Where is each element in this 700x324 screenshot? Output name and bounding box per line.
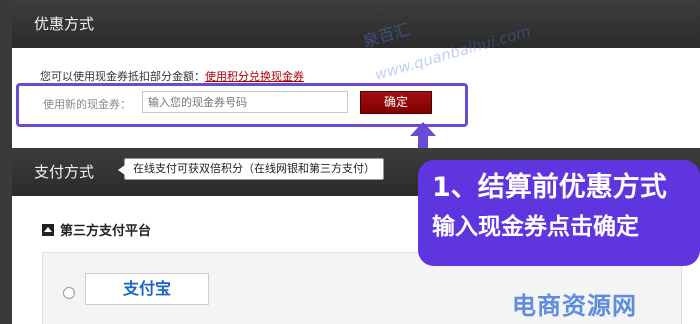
alipay-logo[interactable]: 支付宝: [85, 273, 209, 305]
brand-watermark: 电商资源网: [512, 292, 637, 320]
collapse-toggle-icon[interactable]: [42, 224, 54, 236]
discount-section-header: 优惠方式: [12, 0, 700, 48]
confirm-coupon-button[interactable]: 确定: [360, 91, 432, 114]
double-points-tip: 在线支付可获双倍积分（在线网银和第三方支付）: [118, 158, 384, 180]
coupon-hint-text: 您可以使用现金券抵扣部分金额：: [40, 70, 205, 83]
redeem-points-link[interactable]: 使用积分兑换现金券: [205, 70, 304, 83]
third-party-title: 第三方支付平台: [60, 224, 152, 239]
instruction-callout: 1、结算前优惠方式 输入现金券点击确定: [418, 160, 700, 266]
coupon-hint: 您可以使用现金券抵扣部分金额：使用积分兑换现金券: [40, 68, 304, 84]
callout-line-2: 输入现金券点击确定: [432, 214, 639, 240]
discount-section-title: 优惠方式: [34, 15, 95, 33]
callout-line-1: 1、结算前优惠方式: [432, 172, 667, 203]
coupon-code-input[interactable]: [142, 91, 348, 113]
third-party-heading[interactable]: 第三方支付平台: [42, 220, 151, 239]
payment-section-title: 支付方式: [34, 163, 95, 181]
coupon-label: 使用新的现金券：: [43, 98, 131, 111]
alipay-radio[interactable]: [63, 287, 75, 299]
